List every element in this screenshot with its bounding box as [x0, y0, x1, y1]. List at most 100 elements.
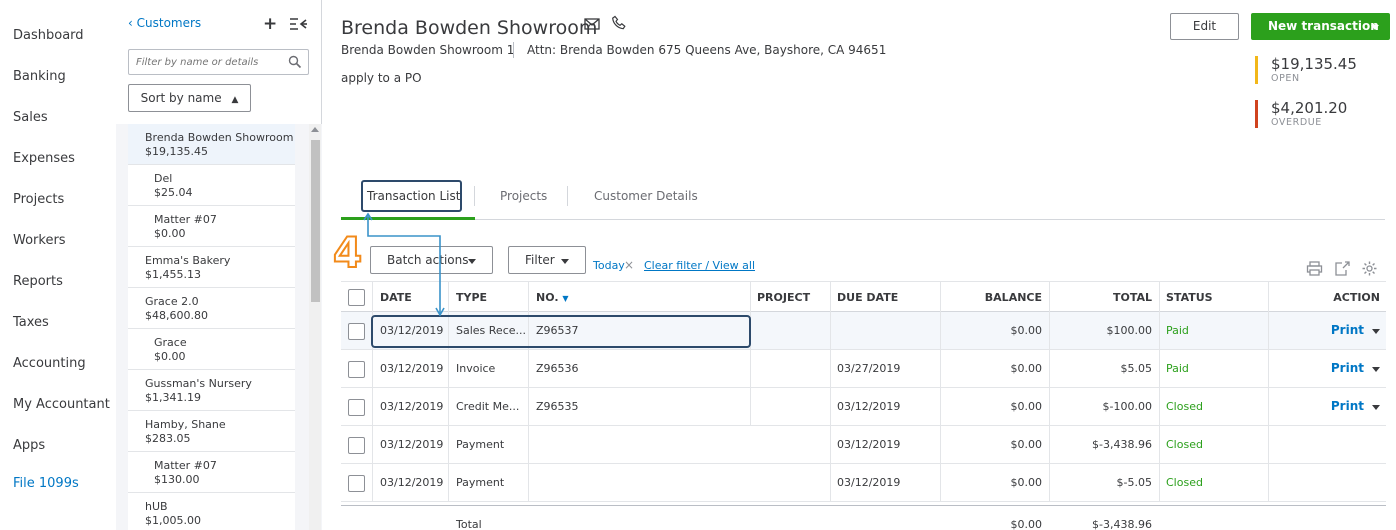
tabs-baseline [341, 219, 1385, 220]
cell-status: Closed [1166, 476, 1203, 489]
row-checkbox[interactable] [348, 475, 365, 492]
cell-divider [448, 464, 449, 502]
column-header-no-label: NO. [536, 291, 559, 304]
nav-item-apps[interactable]: Apps [13, 438, 45, 453]
column-header-status[interactable]: STATUS [1166, 291, 1213, 304]
cell-balance: $0.00 [1010, 400, 1043, 413]
column-header-type[interactable]: TYPE [456, 291, 487, 304]
row-checkbox[interactable] [348, 399, 365, 416]
row-checkbox[interactable] [348, 361, 365, 378]
nav-item-expenses[interactable]: Expenses [13, 151, 75, 166]
nav-item-file-1099s[interactable]: File 1099s [13, 476, 79, 491]
left-navigation: Dashboard Banking Sales Expenses Project… [0, 0, 116, 530]
cell-divider [830, 464, 831, 502]
customer-note: apply to a PO [341, 71, 422, 85]
nav-item-sales[interactable]: Sales [13, 110, 48, 125]
customer-title: Brenda Bowden Showroom [341, 17, 598, 39]
customer-item-emmas-bakery[interactable]: Emma's Bakery $1,455.13 [128, 247, 295, 288]
print-icon[interactable] [1306, 260, 1323, 277]
sort-by-name-button[interactable]: Sort by name ▲ [128, 84, 251, 112]
table-row[interactable]: 03/12/2019 Payment 03/12/2019 $0.00 $-5.… [341, 464, 1386, 502]
cell-status: Closed [1166, 438, 1203, 451]
customer-item-del[interactable]: Del $25.04 [128, 165, 295, 206]
cell-divider [448, 388, 449, 426]
cell-divider [1159, 312, 1160, 350]
nav-item-reports[interactable]: Reports [13, 274, 63, 289]
customer-filter-field [128, 49, 309, 75]
cell-total: $100.00 [1106, 324, 1153, 337]
row-checkbox[interactable] [348, 437, 365, 454]
cell-total: $5.05 [1120, 362, 1153, 375]
cell-status: Closed [1166, 400, 1203, 413]
customer-item-grace-2[interactable]: Grace 2.0 $48,600.80 [128, 288, 295, 329]
column-header-no[interactable]: NO. ▼ [536, 291, 569, 304]
customer-list: Brenda Bowden Showroom $19,135.45 Del $2… [128, 124, 295, 530]
cell-divider [1159, 464, 1160, 502]
cell-status: Paid [1166, 362, 1189, 375]
customer-item-gussmans-nursery[interactable]: Gussman's Nursery $1,341.19 [128, 370, 295, 411]
print-action-link[interactable]: Print [1331, 323, 1364, 337]
today-filter-chip: Today [593, 259, 625, 272]
customer-list-scrollbar[interactable] [309, 124, 321, 530]
gear-icon[interactable] [1361, 260, 1378, 277]
caret-down-icon [468, 259, 476, 264]
customer-item-grace[interactable]: Grace $0.00 [128, 329, 295, 370]
customer-amount: $130.00 [154, 473, 200, 486]
customer-item-matter-07-b[interactable]: Matter #07 $130.00 [128, 452, 295, 493]
print-action-link[interactable]: Print [1331, 399, 1364, 413]
customer-item-matter-07[interactable]: Matter #07 $0.00 [128, 206, 295, 247]
action-dropdown-caret-icon[interactable] [1372, 329, 1380, 334]
cell-divider [940, 426, 941, 464]
customer-item-hub[interactable]: hUB $1,005.00 [128, 493, 295, 530]
nav-item-banking[interactable]: Banking [13, 69, 66, 84]
column-divider [830, 282, 831, 313]
cell-divider [1159, 426, 1160, 464]
scroll-up-icon[interactable] [311, 127, 319, 132]
scrollbar-thumb[interactable] [311, 140, 320, 302]
nav-item-dashboard[interactable]: Dashboard [13, 28, 84, 43]
table-row[interactable]: 03/12/2019 Payment 03/12/2019 $0.00 $-3,… [341, 426, 1386, 464]
search-icon[interactable] [288, 55, 302, 69]
table-row[interactable]: 03/12/2019 Invoice Z96536 03/27/2019 $0.… [341, 350, 1386, 388]
action-dropdown-caret-icon[interactable] [1372, 405, 1380, 410]
customer-item-hamby-shane[interactable]: Hamby, Shane $283.05 [128, 411, 295, 452]
edit-button[interactable]: Edit [1170, 13, 1239, 40]
column-header-due-date[interactable]: DUE DATE [837, 291, 898, 304]
nav-item-accounting[interactable]: Accounting [13, 356, 86, 371]
column-header-total[interactable]: TOTAL [1113, 291, 1152, 304]
nav-item-taxes[interactable]: Taxes [13, 315, 49, 330]
customer-filter-input[interactable] [129, 50, 279, 74]
tab-customer-details[interactable]: Customer Details [594, 189, 698, 203]
nav-item-projects[interactable]: Projects [13, 192, 64, 207]
cell-balance: $0.00 [1010, 324, 1043, 337]
cell-divider [448, 350, 449, 388]
nav-item-workers[interactable]: Workers [13, 233, 66, 248]
add-customer-button[interactable]: + [263, 14, 277, 34]
row-checkbox[interactable] [348, 323, 365, 340]
tab-projects[interactable]: Projects [500, 189, 547, 203]
filter-button[interactable]: Filter [508, 246, 586, 274]
column-header-balance[interactable]: BALANCE [985, 291, 1042, 304]
cell-divider [940, 350, 941, 388]
print-action-link[interactable]: Print [1331, 361, 1364, 375]
column-header-project[interactable]: PROJECT [757, 291, 810, 304]
cell-divider [1268, 350, 1269, 388]
clear-filter-link[interactable]: Clear filter / View all [644, 259, 755, 272]
phone-icon[interactable] [611, 15, 627, 31]
close-icon[interactable]: × [624, 258, 634, 272]
action-dropdown-caret-icon[interactable] [1372, 367, 1380, 372]
customer-name: Matter #07 [154, 459, 217, 472]
email-icon[interactable] [584, 17, 600, 31]
customer-amount: $0.00 [154, 227, 186, 240]
column-header-action: ACTION [1333, 291, 1380, 304]
new-transaction-label: New transaction [1268, 19, 1379, 33]
customer-item-brenda-bowden-showroom[interactable]: Brenda Bowden Showroom $19,135.45 [128, 124, 295, 165]
export-icon[interactable] [1334, 260, 1351, 277]
back-to-customers-link[interactable]: ‹ Customers [128, 16, 201, 30]
cell-total: $-5.05 [1116, 476, 1152, 489]
collapse-panel-icon[interactable] [288, 14, 308, 34]
table-row[interactable]: 03/12/2019 Credit Me... Z96535 03/12/201… [341, 388, 1386, 426]
tab-separator [474, 186, 475, 206]
new-transaction-button[interactable]: New transaction [1251, 13, 1390, 40]
nav-item-my-accountant[interactable]: My Accountant [13, 397, 110, 412]
